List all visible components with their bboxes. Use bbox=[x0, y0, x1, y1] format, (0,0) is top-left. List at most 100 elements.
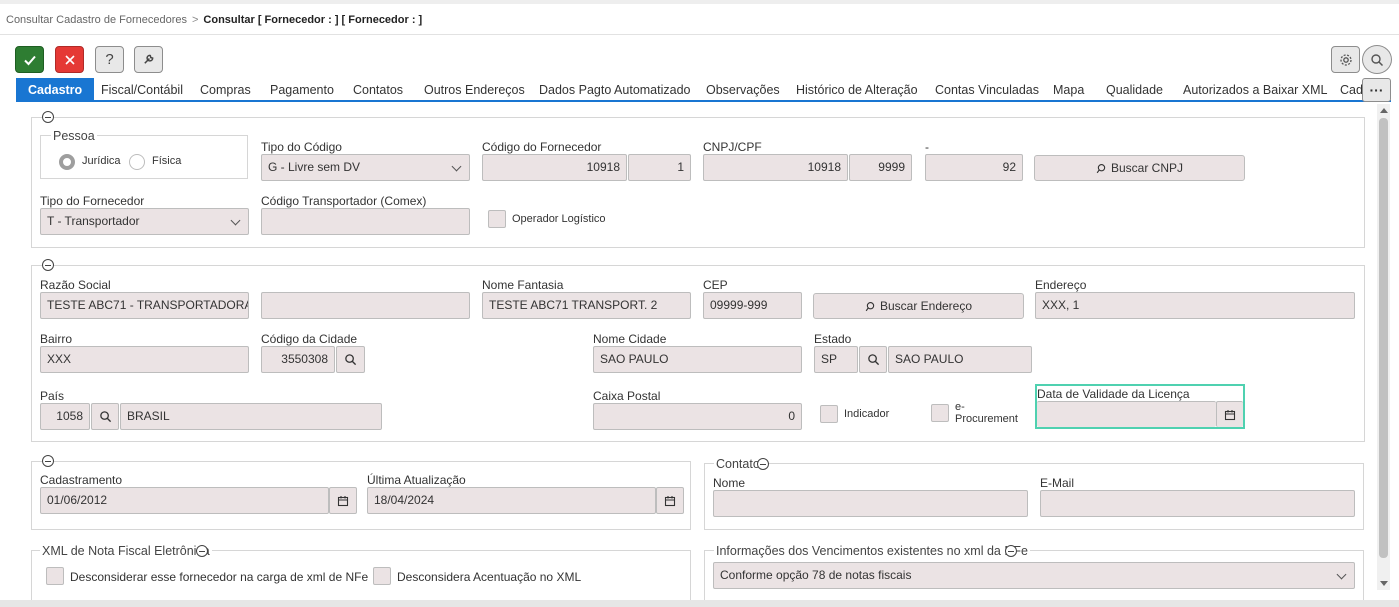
breadcrumb: Consultar Cadastro de Fornecedores > Consu… bbox=[6, 14, 422, 26]
buscar-endereco-button[interactable]: Buscar Endereço bbox=[813, 293, 1024, 319]
breadcrumb-parent[interactable]: Consultar Cadastro de Fornecedores bbox=[6, 14, 187, 26]
more-tabs-button[interactable]: ··· bbox=[1362, 78, 1391, 102]
xml-nfe-title: XML de Nota Fiscal Eletrônica bbox=[40, 544, 212, 558]
tipo-codigo-select[interactable]: G - Livre sem DV bbox=[261, 154, 470, 181]
endereco-field[interactable]: XXX, 1 bbox=[1035, 292, 1355, 319]
caixa-postal-label: Caixa Postal bbox=[593, 389, 661, 403]
global-search-button[interactable] bbox=[1362, 45, 1392, 74]
scrollbar-thumb[interactable] bbox=[1379, 118, 1388, 558]
gear-icon bbox=[1339, 53, 1352, 66]
estado-nome-field[interactable]: SAO PAULO bbox=[888, 346, 1032, 373]
search-icon bbox=[99, 411, 111, 423]
tab-pagamento[interactable]: Pagamento bbox=[270, 78, 334, 100]
collapse-section-2-icon[interactable] bbox=[42, 259, 54, 271]
operador-logistico-checkbox[interactable] bbox=[488, 210, 506, 228]
tab-outros-enderecos[interactable]: Outros Endereços bbox=[424, 78, 525, 100]
collapse-contato-icon[interactable] bbox=[757, 458, 769, 470]
scroll-down-icon[interactable] bbox=[1380, 581, 1388, 586]
cadastramento-label: Cadastramento bbox=[40, 473, 123, 487]
help-button[interactable]: ? bbox=[95, 46, 124, 73]
tab-autorizados-baixar-xml[interactable]: Autorizados a Baixar XML bbox=[1183, 78, 1328, 100]
codigo-fornecedor-field[interactable]: 10918 bbox=[482, 154, 627, 181]
cep-field[interactable]: 09999-999 bbox=[703, 292, 802, 319]
codigo-cidade-field[interactable]: 3550308 bbox=[261, 346, 335, 373]
eprocurement-checkbox[interactable] bbox=[931, 404, 949, 422]
tools-button[interactable] bbox=[134, 46, 163, 73]
bairro-field[interactable]: XXX bbox=[40, 346, 249, 373]
estado-sigla-field[interactable]: SP bbox=[814, 346, 858, 373]
tab-contas-vinculadas[interactable]: Contas Vinculadas bbox=[935, 78, 1039, 100]
codigo-transportador-label: Código Transportador (Comex) bbox=[261, 194, 427, 208]
search-icon bbox=[1096, 163, 1106, 173]
contato-nome-field[interactable] bbox=[713, 490, 1028, 517]
tab-qualidade[interactable]: Qualidade bbox=[1106, 78, 1163, 100]
cnpj-root-field[interactable]: 10918 bbox=[703, 154, 848, 181]
search-icon bbox=[1371, 53, 1384, 66]
estado-search-button[interactable] bbox=[859, 346, 887, 373]
collapse-section-1-icon[interactable] bbox=[42, 111, 54, 123]
pais-codigo-field[interactable]: 1058 bbox=[40, 403, 90, 430]
data-validade-calendar-button[interactable] bbox=[1216, 401, 1243, 427]
vencimentos-title: Informações dos Vencimentos existentes n… bbox=[714, 544, 1030, 558]
vertical-scrollbar[interactable] bbox=[1377, 104, 1390, 590]
desconsiderar-fornecedor-checkbox[interactable] bbox=[46, 567, 64, 585]
cnpj-branch-field[interactable]: 9999 bbox=[849, 154, 912, 181]
buscar-cnpj-button[interactable]: Buscar CNPJ bbox=[1034, 155, 1245, 181]
indicador-label: Indicador bbox=[844, 408, 890, 420]
estado-label: Estado bbox=[814, 332, 852, 346]
tab-cadastro[interactable]: Cadastro bbox=[16, 78, 95, 100]
tab-dados-pagto-automatizado[interactable]: Dados Pagto Automatizado bbox=[539, 78, 691, 100]
check-icon bbox=[23, 55, 36, 65]
codigo-fornecedor-label: Código do Fornecedor bbox=[482, 140, 602, 154]
eprocurement-label-line1: e- bbox=[955, 401, 965, 413]
data-validade-field[interactable] bbox=[1037, 401, 1216, 427]
codigo-cidade-search-button[interactable] bbox=[336, 346, 365, 373]
razao-social-field[interactable]: TESTE ABC71 - TRANSPORTADORA 2 bbox=[40, 292, 249, 319]
contato-email-field[interactable] bbox=[1040, 490, 1355, 517]
radio-fisica-label: Física bbox=[152, 155, 182, 167]
pais-nome-field[interactable]: BRASIL bbox=[120, 403, 382, 430]
desconsidera-acentuacao-checkbox[interactable] bbox=[373, 567, 391, 585]
header-divider bbox=[0, 34, 1399, 35]
nome-cidade-field[interactable]: SAO PAULO bbox=[593, 346, 802, 373]
cep-label: CEP bbox=[703, 278, 728, 292]
collapse-section-3-icon[interactable] bbox=[42, 455, 54, 467]
vencimentos-select[interactable]: Conforme opção 78 de notas fiscais bbox=[713, 562, 1355, 589]
nome-fantasia-field[interactable]: TESTE ABC71 TRANSPORT. 2 bbox=[482, 292, 691, 319]
scroll-up-icon[interactable] bbox=[1380, 108, 1388, 113]
operador-logistico-label: Operador Logístico bbox=[512, 213, 606, 225]
cancel-button[interactable] bbox=[55, 46, 84, 73]
collapse-xml-icon[interactable] bbox=[196, 545, 208, 557]
tab-compras[interactable]: Compras bbox=[200, 78, 251, 100]
tab-fiscal-contabil[interactable]: Fiscal/Contábil bbox=[101, 78, 183, 100]
caixa-postal-field[interactable]: 0 bbox=[593, 403, 802, 430]
codigo-fornecedor-sequence-field[interactable]: 1 bbox=[628, 154, 691, 181]
endereco-label: Endereço bbox=[1035, 278, 1087, 292]
pais-search-button[interactable] bbox=[91, 403, 119, 430]
tab-observacoes[interactable]: Observações bbox=[706, 78, 780, 100]
nome-fantasia-label: Nome Fantasia bbox=[482, 278, 564, 292]
tipo-fornecedor-label: Tipo do Fornecedor bbox=[40, 194, 145, 208]
ultima-atualizacao-field[interactable]: 18/04/2024 bbox=[367, 487, 656, 514]
cadastramento-calendar-button[interactable] bbox=[329, 487, 357, 514]
confirm-button[interactable] bbox=[15, 46, 44, 73]
settings-button[interactable] bbox=[1331, 46, 1360, 73]
razao-social-complement-field[interactable] bbox=[261, 292, 470, 319]
calendar-icon bbox=[664, 495, 676, 506]
top-strip bbox=[0, 0, 1399, 4]
codigo-transportador-field[interactable] bbox=[261, 208, 470, 235]
collapse-vencimentos-icon[interactable] bbox=[1005, 545, 1017, 557]
cadastramento-field[interactable]: 01/06/2012 bbox=[40, 487, 329, 514]
indicador-checkbox[interactable] bbox=[820, 405, 838, 423]
tab-mapa[interactable]: Mapa bbox=[1053, 78, 1084, 100]
data-validade-label: Data de Validade da Licença bbox=[1037, 387, 1190, 401]
tab-historico-alteracao[interactable]: Histórico de Alteração bbox=[796, 78, 918, 100]
buscar-cnpj-label: Buscar CNPJ bbox=[1110, 161, 1184, 175]
radio-fisica[interactable] bbox=[129, 154, 145, 170]
tab-contatos[interactable]: Contatos bbox=[353, 78, 403, 100]
tipo-fornecedor-select[interactable]: T - Transportador bbox=[40, 208, 249, 235]
cnpj-dv-field[interactable]: 92 bbox=[925, 154, 1023, 181]
ultima-atualizacao-calendar-button[interactable] bbox=[656, 487, 684, 514]
radio-juridica[interactable] bbox=[59, 154, 75, 170]
contato-email-label: E-Mail bbox=[1040, 476, 1075, 490]
